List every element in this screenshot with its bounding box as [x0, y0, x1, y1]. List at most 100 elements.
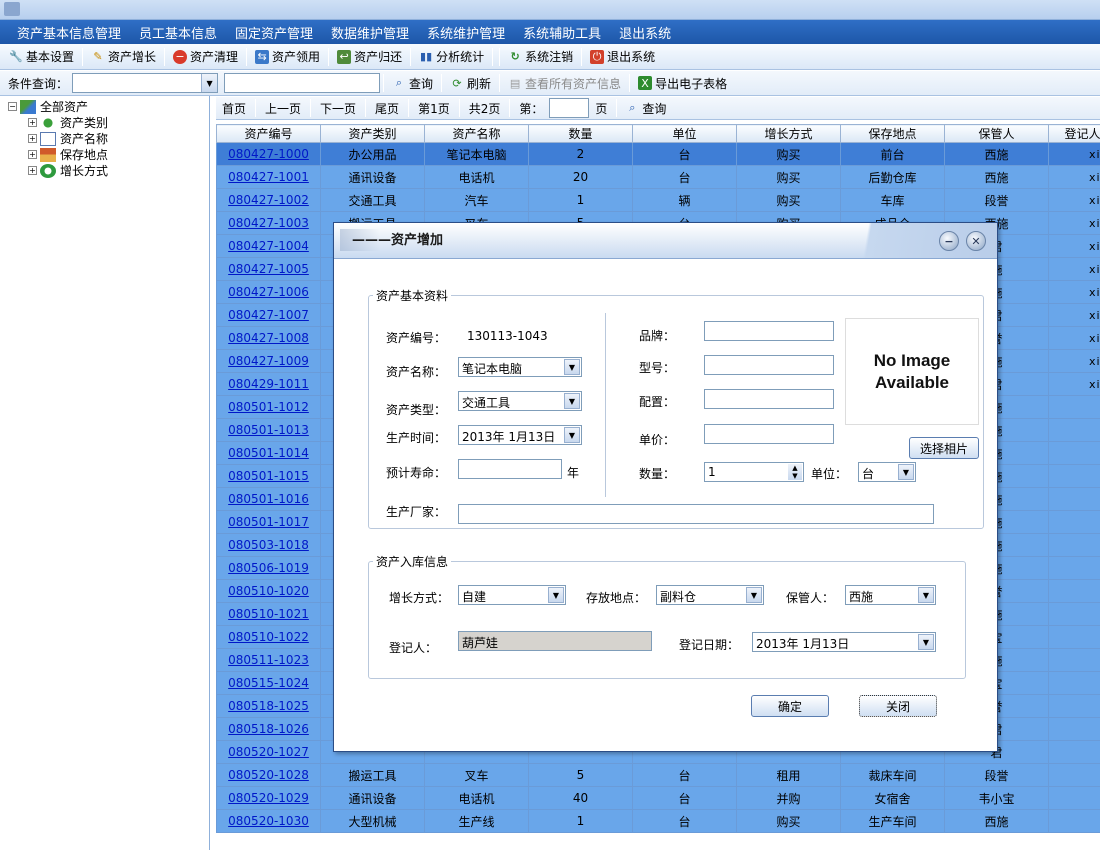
asset-id-link[interactable]: 080427-1001: [216, 165, 321, 189]
next-page-link[interactable]: 下一页: [314, 100, 362, 117]
expand-icon[interactable]: +: [28, 166, 37, 175]
table-row[interactable]: 080427-1001通讯设备电话机20台购买后勤仓库西施xiao: [216, 165, 1100, 189]
manufacturer-input[interactable]: [458, 504, 934, 524]
goto-query-button[interactable]: ⌕ 查询: [620, 97, 671, 119]
asset-id-link[interactable]: 080427-1009: [216, 349, 321, 373]
grid-header-cell[interactable]: 保存地点: [840, 124, 945, 143]
asset-id-link[interactable]: 080520-1029: [216, 786, 321, 810]
asset-id-link[interactable]: 080501-1015: [216, 464, 321, 488]
table-row[interactable]: 080520-1030大型机械生产线1台购买生产车间西施s: [216, 809, 1100, 833]
register-date-picker[interactable]: 2013年 1月13日 ▼: [752, 632, 936, 652]
asset-id-link[interactable]: 080520-1030: [216, 809, 321, 833]
asset-id-link[interactable]: 080518-1026: [216, 717, 321, 741]
menu-employee-info[interactable]: 员工基本信息: [130, 23, 226, 42]
asset-id-link[interactable]: 080515-1024: [216, 671, 321, 695]
asset-add-button[interactable]: ✎ 资产增长: [86, 46, 161, 68]
asset-id-link[interactable]: 080427-1007: [216, 303, 321, 327]
tree-node-category[interactable]: + 资产类别: [28, 114, 108, 131]
menu-system-maintenance[interactable]: 系统维护管理: [418, 23, 514, 42]
life-input[interactable]: [458, 459, 562, 479]
unit-select[interactable]: 台 ▼: [858, 462, 916, 482]
menu-exit[interactable]: 退出系统: [610, 23, 680, 42]
grid-header-cell[interactable]: 资产名称: [424, 124, 529, 143]
confirm-button[interactable]: 确定: [751, 695, 829, 717]
asset-type-select[interactable]: 交通工具 ▼: [458, 391, 582, 411]
asset-id-link[interactable]: 080427-1006: [216, 280, 321, 304]
storage-location-select[interactable]: 副料仓 ▼: [656, 585, 764, 605]
export-excel-button[interactable]: X 导出电子表格: [633, 72, 732, 94]
asset-id-link[interactable]: 080427-1002: [216, 188, 321, 212]
last-page-link[interactable]: 尾页: [369, 100, 405, 117]
query-input[interactable]: [224, 73, 381, 93]
asset-id-link[interactable]: 080506-1019: [216, 556, 321, 580]
condition-select[interactable]: ▼: [72, 73, 219, 93]
brand-input[interactable]: [704, 321, 834, 341]
asset-id-link[interactable]: 080510-1022: [216, 625, 321, 649]
asset-id-link[interactable]: 080427-1003: [216, 211, 321, 235]
asset-id-link[interactable]: 080501-1014: [216, 441, 321, 465]
spinner-icon[interactable]: ▲ ▼: [788, 464, 802, 480]
table-row[interactable]: 080427-1002交通工具汽车1辆购买车库段誉xiao: [216, 188, 1100, 212]
tree-node-growth[interactable]: + 增长方式: [28, 162, 108, 179]
menu-system-tools[interactable]: 系统辅助工具: [514, 23, 610, 42]
production-date-picker[interactable]: 2013年 1月13日 ▼: [458, 425, 582, 445]
asset-clear-button[interactable]: − 资产清理: [168, 46, 243, 68]
grid-header-cell[interactable]: 资产编号: [216, 124, 321, 143]
asset-id-link[interactable]: 080503-1018: [216, 533, 321, 557]
query-button[interactable]: ⌕ 查询: [387, 72, 438, 94]
tree-node-root[interactable]: − 全部资产: [8, 98, 88, 115]
expand-icon[interactable]: +: [28, 150, 37, 159]
minimize-icon[interactable]: −: [939, 231, 959, 251]
grid-header-cell[interactable]: 增长方式: [736, 124, 841, 143]
close-icon[interactable]: ✕: [966, 231, 986, 251]
menu-asset-info[interactable]: 资产基本信息管理: [8, 23, 130, 42]
menu-data-maintenance[interactable]: 数据维护管理: [322, 23, 418, 42]
tree-node-location[interactable]: + 保存地点: [28, 146, 108, 163]
logout-button[interactable]: ↻ 系统注销: [503, 46, 578, 68]
model-input[interactable]: [704, 355, 834, 375]
table-row[interactable]: 080520-1029通讯设备电话机40台并购女宿舍韦小宝s: [216, 786, 1100, 810]
quantity-stepper[interactable]: 1 ▲ ▼: [704, 462, 804, 482]
collapse-icon[interactable]: −: [8, 102, 17, 111]
asset-id-link[interactable]: 080429-1011: [216, 372, 321, 396]
asset-id-link[interactable]: 080427-1000: [216, 142, 321, 166]
expand-icon[interactable]: +: [28, 134, 37, 143]
grid-header-cell[interactable]: 资产类别: [320, 124, 425, 143]
grid-header-cell[interactable]: 数量: [528, 124, 633, 143]
asset-id-link[interactable]: 080510-1020: [216, 579, 321, 603]
view-all-button[interactable]: ▤ 查看所有资产信息: [503, 72, 626, 94]
config-input[interactable]: [704, 389, 834, 409]
refresh-button[interactable]: ⟳ 刷新: [445, 72, 496, 94]
dialog-title-bar[interactable]: ———资产增加 − ✕: [334, 223, 997, 259]
grid-header-cell[interactable]: 单位: [632, 124, 737, 143]
table-row[interactable]: 080520-1028搬运工具叉车5台租用裁床车间段誉s: [216, 763, 1100, 787]
asset-id-link[interactable]: 080510-1021: [216, 602, 321, 626]
close-button[interactable]: 关闭: [859, 695, 937, 717]
asset-id-link[interactable]: 080501-1013: [216, 418, 321, 442]
asset-id-link[interactable]: 080501-1017: [216, 510, 321, 534]
asset-name-select[interactable]: 笔记本电脑 ▼: [458, 357, 582, 377]
unit-price-input[interactable]: [704, 424, 834, 444]
growth-method-select[interactable]: 自建 ▼: [458, 585, 566, 605]
grid-header-cell[interactable]: 登记人: [1048, 124, 1100, 143]
analysis-button[interactable]: ▮▮ 分析统计: [414, 46, 489, 68]
menu-fixed-asset[interactable]: 固定资产管理: [226, 23, 322, 42]
asset-id-link[interactable]: 080427-1008: [216, 326, 321, 350]
table-row[interactable]: 080427-1000办公用品笔记本电脑2台购买前台西施xiao: [216, 142, 1100, 166]
goto-page-input[interactable]: [549, 98, 590, 118]
prev-page-link[interactable]: 上一页: [259, 100, 307, 117]
grid-header-cell[interactable]: 保管人: [944, 124, 1049, 143]
keeper-select[interactable]: 西施 ▼: [845, 585, 936, 605]
tree-node-name[interactable]: + 资产名称: [28, 130, 108, 147]
first-page-link[interactable]: 首页: [216, 100, 252, 117]
basic-settings-button[interactable]: 🔧 基本设置: [4, 46, 79, 68]
asset-id-link[interactable]: 080501-1016: [216, 487, 321, 511]
asset-id-link[interactable]: 080501-1012: [216, 395, 321, 419]
asset-id-link[interactable]: 080427-1005: [216, 257, 321, 281]
expand-icon[interactable]: +: [28, 118, 37, 127]
asset-id-link[interactable]: 080520-1028: [216, 763, 321, 787]
asset-id-link[interactable]: 080518-1025: [216, 694, 321, 718]
asset-id-link[interactable]: 080520-1027: [216, 740, 321, 764]
choose-photo-button[interactable]: 选择相片: [909, 437, 979, 459]
exit-system-button[interactable]: ⏻ 退出系统: [585, 46, 660, 68]
